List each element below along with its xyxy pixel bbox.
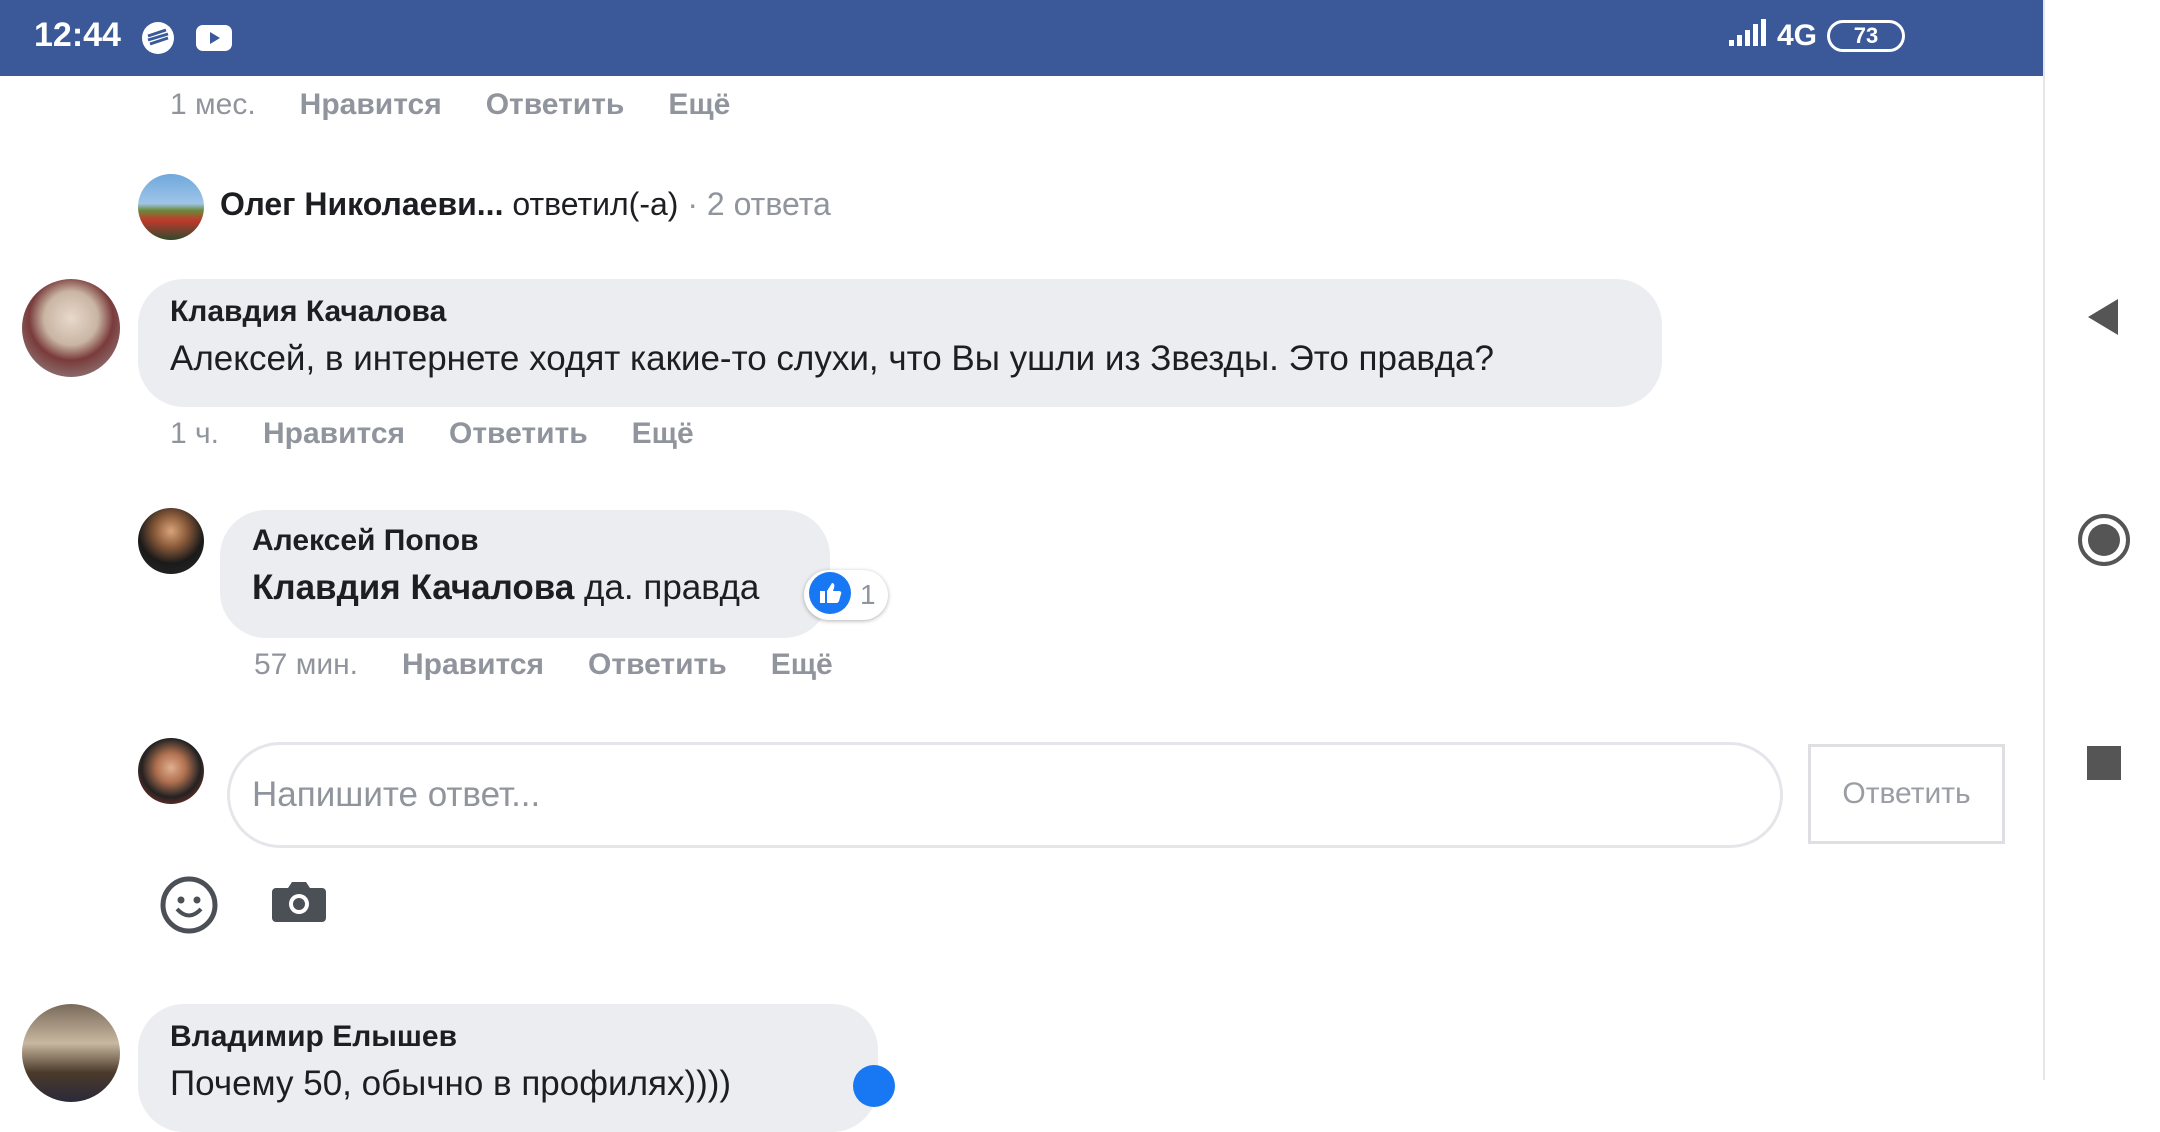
comment-author[interactable]: Клавдия Качалова: [170, 295, 1630, 329]
signal-icon: [1727, 18, 1767, 53]
reply-link[interactable]: Ответить: [449, 417, 588, 451]
status-bar: 12:44 4G 73: [0, 0, 2043, 76]
user-avatar: [138, 738, 204, 804]
back-icon[interactable]: [2045, 277, 2160, 357]
mention-link[interactable]: Клавдия Качалова: [252, 568, 574, 607]
reaction-count: 1: [860, 579, 876, 610]
battery-icon: 73: [1827, 19, 1905, 52]
submit-reply-button[interactable]: Ответить: [1808, 744, 2005, 844]
comment-meta-top: 1 мес. Нравится Ответить Ещё: [170, 88, 730, 122]
more-link[interactable]: Ещё: [771, 648, 833, 682]
home-icon[interactable]: [2045, 500, 2160, 580]
more-link[interactable]: Ещё: [668, 88, 730, 122]
like-button[interactable]: Нравится: [402, 648, 544, 682]
like-reaction-icon: [852, 1064, 896, 1108]
replies-summary[interactable]: Олег Николаеви... ответил(-а) · 2 ответа: [220, 186, 831, 223]
reply-body: да. правда: [584, 568, 760, 607]
comment-time: 1 мес.: [170, 88, 256, 121]
status-time: 12:44: [34, 16, 121, 54]
comment-bubble: Владимир Елышев Почему 50, обычно в проф…: [138, 1004, 878, 1132]
comment-text: Алексей, в интернете ходят какие-то слух…: [170, 339, 1494, 378]
replier-name[interactable]: Олег Николаеви...: [220, 186, 503, 222]
navigation-bar: [2043, 0, 2160, 1080]
youtube-icon: [194, 18, 234, 58]
status-right: 4G 73: [1727, 18, 1905, 53]
replies-count: · 2 ответа: [687, 186, 831, 222]
recents-icon[interactable]: [2045, 723, 2160, 803]
reply-link[interactable]: Ответить: [486, 88, 625, 122]
avatar[interactable]: [138, 174, 204, 240]
comment-text: Почему 50, обычно в профилях)))): [170, 1064, 732, 1103]
replied-text: ответил(-а): [512, 186, 679, 222]
reply-meta: 57 мин. Нравится Ответить Ещё: [254, 648, 833, 682]
more-link[interactable]: Ещё: [632, 417, 694, 451]
avatar[interactable]: [22, 279, 120, 377]
reply-author[interactable]: Алексей Попов: [252, 524, 798, 558]
emoji-icon[interactable]: [160, 876, 218, 934]
camera-icon[interactable]: [272, 878, 326, 928]
comment-time: 57 мин.: [254, 648, 358, 681]
comment-meta: 1 ч. Нравится Ответить Ещё: [170, 417, 694, 451]
reply-bubble: Алексей Попов Клавдия Качалова да. правд…: [220, 510, 830, 638]
like-reaction-icon: [808, 571, 852, 620]
avatar[interactable]: [22, 1004, 120, 1102]
comment-author[interactable]: Владимир Елышев: [170, 1020, 846, 1054]
reply-link[interactable]: Ответить: [588, 648, 727, 682]
reaction-badge[interactable]: 1: [804, 570, 888, 620]
like-button[interactable]: Нравится: [263, 417, 405, 451]
comment-bubble: Клавдия Качалова Алексей, в интернете хо…: [138, 279, 1662, 407]
avatar[interactable]: [138, 508, 204, 574]
sberbank-icon: [138, 18, 178, 58]
network-type: 4G: [1776, 18, 1817, 52]
like-button[interactable]: Нравится: [300, 88, 442, 122]
comment-time: 1 ч.: [170, 417, 219, 450]
reply-text: Клавдия Качалова да. правда: [252, 568, 798, 608]
reply-input[interactable]: [227, 742, 1783, 848]
status-icons-left: [138, 18, 234, 58]
